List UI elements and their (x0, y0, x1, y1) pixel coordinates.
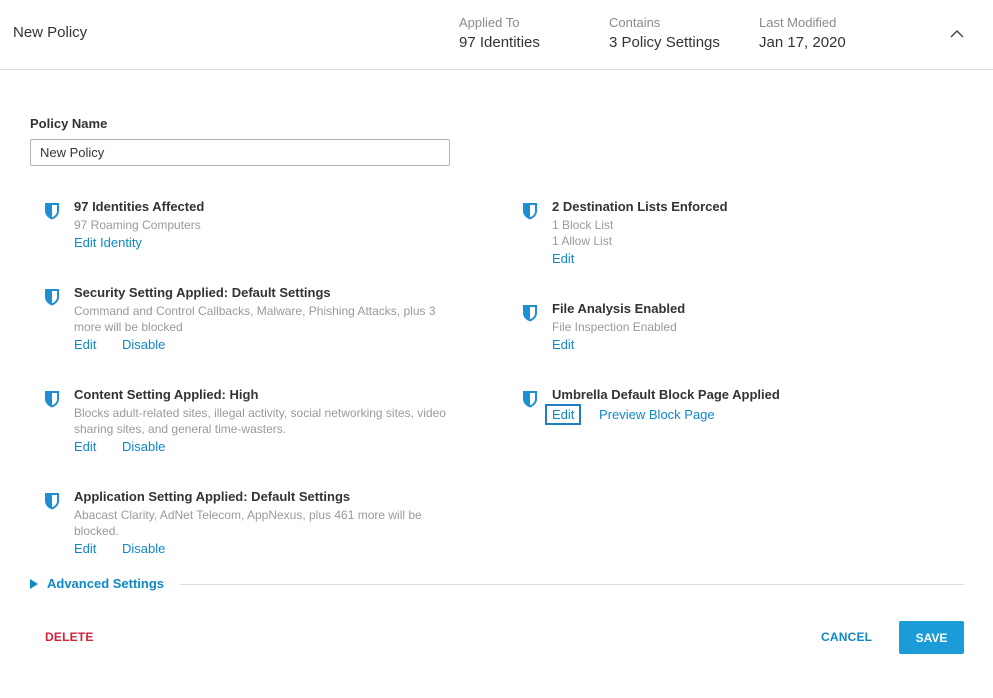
file-analysis-heading: File Analysis Enabled (552, 301, 686, 316)
preview-block-page-link[interactable]: Preview Block Page (599, 407, 715, 422)
security-setting-desc: Command and Control Callbacks, Malware, … (74, 304, 436, 334)
last-modified-label: Last Modified (759, 15, 837, 30)
file-analysis-edit-link[interactable]: Edit (552, 337, 574, 352)
block-list-count: 1 Block List (552, 218, 614, 232)
policy-header[interactable]: New Policy Applied To 97 Identities Cont… (0, 0, 993, 70)
last-modified-value: Jan 17, 2020 (759, 34, 846, 51)
shield-icon (45, 391, 59, 408)
edit-identity-link[interactable]: Edit Identity (74, 235, 142, 250)
destination-lists-heading: 2 Destination Lists Enforced (552, 199, 728, 214)
content-edit-link[interactable]: Edit (74, 439, 96, 454)
security-disable-link[interactable]: Disable (122, 337, 165, 352)
shield-icon (523, 203, 537, 220)
last-modified-meta: Last Modified Jan 17, 2020 (759, 15, 846, 51)
shield-icon (523, 305, 537, 322)
content-disable-link[interactable]: Disable (122, 439, 165, 454)
content-setting-heading: Content Setting Applied: High (74, 387, 259, 402)
policy-name-label: Policy Name (30, 116, 108, 131)
application-disable-link[interactable]: Disable (122, 541, 165, 556)
contains-value: 3 Policy Settings (609, 34, 720, 51)
shield-icon (45, 493, 59, 510)
file-analysis-desc: File Inspection Enabled (552, 320, 677, 334)
caret-right-icon (30, 579, 38, 589)
cancel-button[interactable]: CANCEL (821, 630, 872, 644)
shield-icon (45, 203, 59, 220)
shield-icon (45, 289, 59, 306)
collapse-button[interactable] (946, 22, 968, 44)
applied-to-label: Applied To (459, 15, 520, 30)
contains-meta: Contains 3 Policy Settings (609, 15, 720, 51)
application-setting-desc: Abacast Clarity, AdNet Telecom, AppNexus… (74, 508, 422, 538)
contains-label: Contains (609, 15, 661, 30)
shield-icon (523, 391, 537, 408)
application-edit-link[interactable]: Edit (74, 541, 96, 556)
identities-desc: 97 Roaming Computers (74, 218, 201, 232)
advanced-divider (180, 584, 964, 585)
application-setting-heading: Application Setting Applied: Default Set… (74, 489, 351, 504)
block-page-edit-link[interactable]: Edit (545, 404, 582, 425)
security-setting-heading: Security Setting Applied: Default Settin… (74, 285, 331, 300)
advanced-settings-toggle[interactable]: Advanced Settings (30, 576, 964, 592)
content-setting-desc: Blocks adult-related sites, illegal acti… (74, 406, 446, 436)
applied-to-meta: Applied To 97 Identities (459, 15, 540, 51)
chevron-up-icon (950, 29, 964, 37)
policy-header-title: New Policy (13, 24, 88, 41)
block-page-heading: Umbrella Default Block Page Applied (552, 387, 780, 402)
delete-button[interactable]: DELETE (45, 630, 94, 644)
policy-name-input[interactable] (30, 139, 450, 166)
destination-lists-edit-link[interactable]: Edit (552, 251, 574, 266)
identities-heading: 97 Identities Affected (74, 199, 205, 214)
applied-to-value: 97 Identities (459, 34, 540, 51)
save-button[interactable]: SAVE (899, 621, 964, 654)
security-edit-link[interactable]: Edit (74, 337, 96, 352)
advanced-settings-label[interactable]: Advanced Settings (47, 576, 164, 591)
allow-list-count: 1 Allow List (552, 234, 613, 248)
